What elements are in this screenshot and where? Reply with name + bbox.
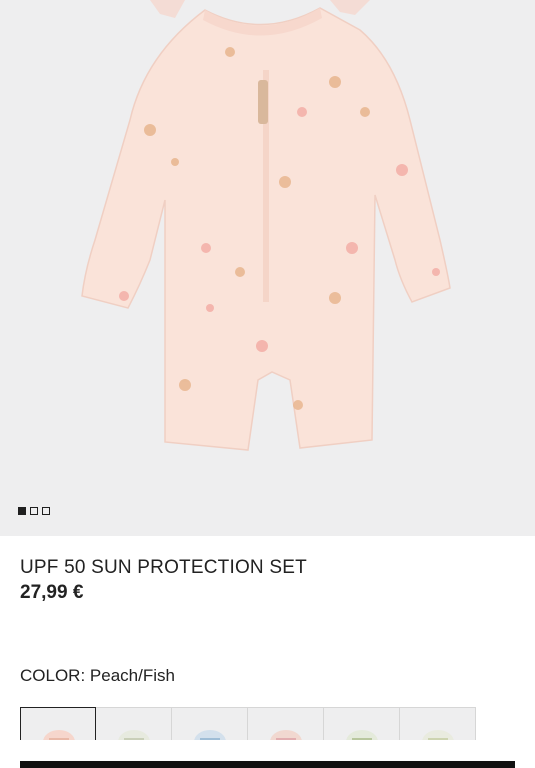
gallery-pagination — [18, 507, 50, 515]
product-image — [81, 0, 451, 451]
add-to-bag-button[interactable] — [20, 761, 515, 768]
product-image-gallery[interactable] — [0, 0, 535, 536]
hat-brim-left — [150, 0, 185, 18]
product-title: UPF 50 SUN PROTECTION SET — [20, 557, 307, 578]
gallery-dot-2[interactable] — [30, 507, 38, 515]
color-label: COLOR: — [20, 666, 86, 685]
color-selection-label: COLOR: Peach/Fish — [20, 666, 175, 686]
product-price: 27,99 € — [20, 582, 84, 603]
zipper-pull — [258, 80, 268, 124]
color-value: Peach/Fish — [89, 666, 175, 685]
hat-brim-right — [330, 0, 370, 15]
gallery-dot-1[interactable] — [18, 507, 26, 515]
gallery-dot-3[interactable] — [42, 507, 50, 515]
